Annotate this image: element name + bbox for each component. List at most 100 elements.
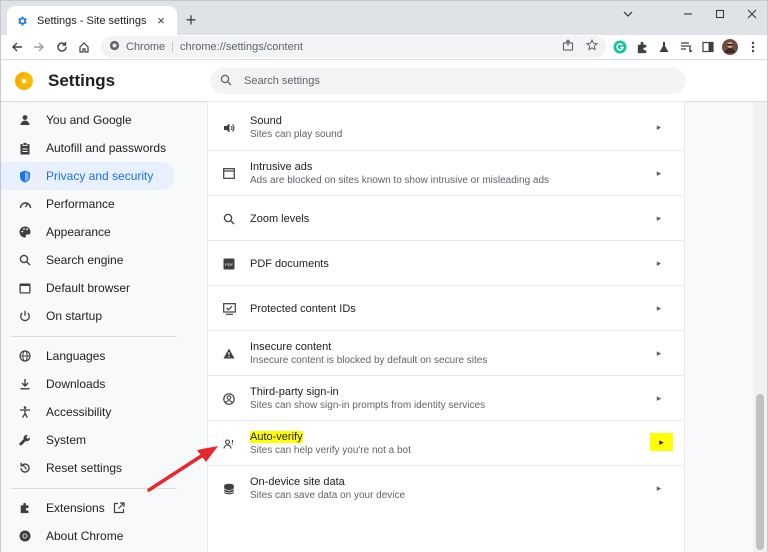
side-panel-icon[interactable] [699,38,717,56]
maximize-icon[interactable] [705,3,735,25]
bookmark-star-icon[interactable] [585,38,599,54]
search-icon [18,253,32,267]
setting-row-on-device-site-data[interactable]: On-device site data Sites can save data o… [208,466,684,511]
chrome-icon [18,529,32,543]
sidebar-item-appearance[interactable]: Appearance [1,218,175,246]
sidebar-item-performance[interactable]: Performance [1,190,175,218]
person-check-icon [222,437,236,451]
person-icon [18,113,32,127]
settings-header: Settings [1,60,767,102]
sidebar-item-search-engine[interactable]: Search engine [1,246,175,274]
setting-row-intrusive-ads[interactable]: Intrusive ads Ads are blocked on sites kn… [208,151,684,196]
row-title: PDF documents [250,257,329,270]
setting-row-zoom-levels[interactable]: Zoom levels ▸ [208,196,684,241]
tab-title: Settings - Site settings [37,14,147,27]
sidebar-item-label: Accessibility [46,405,112,419]
forward-arrow-icon[interactable] [29,37,49,57]
sidebar-item-extensions[interactable]: Extensions [1,494,175,522]
sidebar-item-autofill[interactable]: Autofill and passwords [1,134,175,162]
warning-icon [222,347,236,361]
external-link-icon [113,502,125,514]
setting-row-protected-content[interactable]: Protected content IDs ▸ [208,286,684,331]
setting-row-insecure-content[interactable]: Insecure content Insecure content is bloc… [208,331,684,376]
profile-avatar[interactable] [721,38,739,56]
row-subtitle: Sites can play sound [250,128,343,140]
browser-window: Settings - Site settings × + Chrome | ch… [0,0,768,552]
row-title: Auto-verify [250,430,303,443]
row-title: Zoom levels [250,212,310,225]
sidebar-item-languages[interactable]: Languages [1,342,175,370]
sidebar-divider [11,336,177,337]
sidebar-item-accessibility[interactable]: Accessibility [1,398,175,426]
sidebar-item-default-browser[interactable]: Default browser [1,274,175,302]
search-box[interactable] [210,68,686,94]
chevron-right-icon[interactable]: ▸ [652,481,666,495]
row-subtitle: Sites can show sign-in prompts from iden… [250,399,486,411]
tab-settings[interactable]: Settings - Site settings × [7,6,177,35]
labs-flask-icon[interactable] [655,38,673,56]
setting-row-third-party-sign-in[interactable]: Third-party sign-in Sites can show sign-i… [208,376,684,421]
minimize-icon[interactable] [673,3,703,25]
speaker-icon [222,121,236,135]
setting-row-sound[interactable]: Sound Sites can play sound ▸ [208,105,684,150]
home-icon[interactable] [74,37,94,57]
power-icon [18,309,32,323]
sidebar-item-downloads[interactable]: Downloads [1,370,175,398]
omnibox-actions [562,38,599,54]
protected-content-icon [222,302,236,316]
sidebar-item-label: Default browser [46,281,131,295]
sidebar-item-label: Extensions [46,501,105,515]
setting-row-pdf-documents[interactable]: PDF PDF documents ▸ [208,241,684,286]
url-text: chrome://settings/content [179,41,303,53]
chrome-logo-icon [109,40,120,54]
chevron-right-icon[interactable]: ▸ [652,166,666,180]
page-title: Settings [48,71,116,90]
row-title: Protected content IDs [250,302,356,315]
more-menu-icon[interactable] [744,38,762,56]
grammarly-extension-icon[interactable] [611,38,629,56]
chevron-right-icon[interactable]: ▸ [650,433,673,451]
reading-list-icon[interactable] [677,38,695,56]
extensions-puzzle-icon[interactable] [633,38,651,56]
wrench-icon [18,433,32,447]
svg-text:PDF: PDF [225,261,234,266]
address-bar[interactable]: Chrome | chrome://settings/content [101,36,606,58]
sidebar-item-about-chrome[interactable]: About Chrome [1,522,175,550]
chevron-right-icon[interactable]: ▸ [652,391,666,405]
reload-icon[interactable] [52,37,72,57]
ad-window-icon [222,167,236,181]
speedometer-icon [18,197,32,211]
chevron-right-icon[interactable]: ▸ [652,301,666,315]
close-window-icon[interactable] [737,3,767,25]
scrollbar-thumb[interactable] [756,394,764,550]
share-icon[interactable] [562,39,574,54]
settings-logo-icon [15,72,33,90]
sidebar-item-on-startup[interactable]: On startup [1,302,175,330]
chevron-right-icon[interactable]: ▸ [652,256,666,270]
database-icon [222,482,236,496]
search-input[interactable] [244,75,644,87]
sidebar-item-reset-settings[interactable]: Reset settings [1,454,175,482]
sidebar-item-label: System [46,433,87,447]
sidebar-item-privacy-and-security[interactable]: Privacy and security [1,162,175,190]
tab-search-chevron-icon[interactable] [613,3,643,25]
sidebar-item-system[interactable]: System [1,426,175,454]
sidebar-item-label: Reset settings [46,461,123,475]
row-subtitle: Sites can help verify you're not a bot [250,444,411,456]
chevron-right-icon[interactable]: ▸ [652,346,666,360]
chevron-right-icon[interactable]: ▸ [652,211,666,225]
puzzle-icon [18,501,32,515]
setting-row-auto-verify[interactable]: Auto-verify Sites can help verify you're … [208,421,684,466]
row-title: Sound [250,114,282,127]
zoom-icon [222,212,236,226]
chevron-right-icon[interactable]: ▸ [652,120,666,134]
close-tab-icon[interactable]: × [153,13,169,29]
sidebar-item-label: Appearance [46,225,111,239]
new-tab-button[interactable]: + [181,10,201,30]
browser-icon [18,281,32,295]
account-circle-icon [222,392,236,406]
site-label: Chrome [126,41,166,53]
tab-strip: Settings - Site settings × + [1,1,767,35]
sidebar-item-you-and-google[interactable]: You and Google [1,106,175,134]
back-arrow-icon[interactable] [7,37,27,57]
